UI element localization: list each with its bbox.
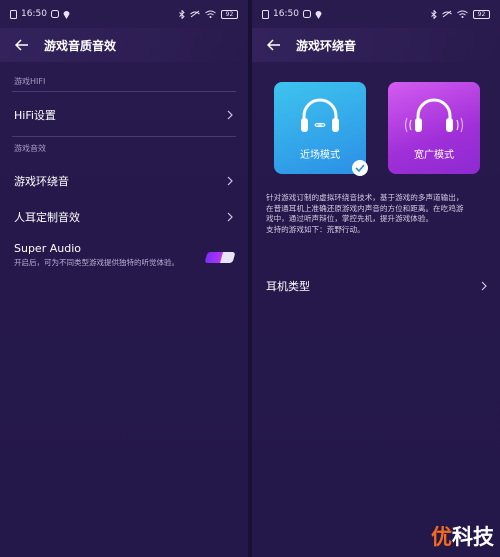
page-title: 游戏环绕音: [296, 38, 357, 53]
bluetooth-icon: [179, 9, 185, 19]
near-field-mode-card[interactable]: 近场模式: [274, 82, 368, 176]
custom-ear-label: 人耳定制音效: [14, 211, 80, 224]
page-title: 游戏音质音效: [44, 38, 117, 53]
watermark-part1: 优: [431, 525, 452, 549]
left-header: 游戏音质音效: [0, 28, 248, 62]
selected-check-icon: [352, 160, 368, 176]
status-bar: 16:50 92: [252, 0, 500, 28]
surround-description: 针对游戏订制的虚拟环绕音技术，基于游戏的多声道输出， 在普通耳机上准确还原游戏内…: [252, 174, 500, 235]
description-line: 针对游戏订制的虚拟环绕音技术，基于游戏的多声道输出，: [266, 193, 464, 202]
super-audio-title: Super Audio: [14, 242, 81, 255]
chevron-right-icon: [227, 176, 233, 186]
sim-icon: [262, 9, 269, 19]
chevron-right-icon: [481, 281, 487, 291]
battery-icon: 92: [221, 9, 238, 19]
status-time: 16:50: [21, 9, 47, 19]
wide-mode-label: 宽广模式: [414, 150, 454, 161]
back-arrow-icon: [15, 39, 28, 51]
status-time: 16:50: [273, 9, 299, 19]
status-bar: 16:50 92: [0, 0, 248, 28]
headphone-type-label: 耳机类型: [266, 280, 310, 293]
hifi-settings-label: HiFi设置: [14, 109, 56, 122]
sim-icon: [10, 9, 17, 19]
headphone-type-row[interactable]: 耳机类型: [252, 271, 500, 301]
screen: 16:50 92 游戏音质音效 游戏HIFI HiFi设置 游戏音效 游戏环绕音…: [0, 0, 500, 557]
section-label-hifi: 游戏HIFI: [14, 77, 46, 86]
back-arrow-icon: [267, 39, 280, 51]
headphones-wide-icon: [404, 96, 464, 140]
left-panel: 16:50 92 游戏音质音效 游戏HIFI HiFi设置 游戏音效 游戏环绕音…: [0, 0, 248, 557]
divider: [12, 91, 236, 92]
super-audio-desc: 开启后，可为不同类型游戏提供独特的听觉体验。: [14, 258, 179, 267]
signal-icon: [442, 10, 452, 18]
battery-icon: 92: [473, 9, 490, 19]
watermark-part2: 科技: [452, 525, 494, 549]
near-field-label: 近场模式: [300, 150, 340, 161]
signal-icon: [190, 10, 200, 18]
custom-ear-row[interactable]: 人耳定制音效: [0, 200, 248, 234]
wide-mode-card[interactable]: 宽广模式: [388, 82, 480, 174]
super-audio-row: Super Audio 开启后，可为不同类型游戏提供独特的听觉体验。: [0, 242, 248, 268]
chevron-right-icon: [227, 212, 233, 222]
headphones-near-icon: [297, 96, 343, 140]
hifi-settings-row[interactable]: HiFi设置: [0, 98, 248, 132]
game-surround-row[interactable]: 游戏环绕音: [0, 164, 248, 198]
back-button[interactable]: [264, 35, 284, 55]
description-line: 在普通耳机上准确还原游戏内声音的方位和距离。在吃鸡游: [266, 203, 464, 213]
description-line: 戏中，通过听声辩位，掌控先机，提升游戏体验。: [266, 214, 434, 223]
wifi-icon: [205, 10, 216, 18]
game-surround-label: 游戏环绕音: [14, 175, 69, 188]
watermark-logo: 优 科技: [431, 521, 494, 551]
notification-icon: [50, 10, 59, 18]
description-line: 支持的游戏如下：荒野行动。: [266, 224, 365, 234]
location-icon: [63, 10, 70, 19]
back-button[interactable]: [12, 35, 32, 55]
mode-cards: 近场模式 宽广模式: [252, 62, 500, 176]
right-header: 游戏环绕音: [252, 28, 500, 62]
right-panel: 16:50 92 游戏环绕音 近场模式 宽广模式 针对游戏订制的虚拟环绕音技术，…: [252, 0, 500, 557]
wifi-icon: [457, 10, 468, 18]
notification-icon: [302, 10, 311, 18]
bluetooth-icon: [431, 9, 437, 19]
chevron-right-icon: [227, 110, 233, 120]
super-audio-toggle[interactable]: [204, 252, 236, 263]
location-icon: [315, 10, 322, 19]
section-label-effects: 游戏音效: [14, 144, 46, 153]
